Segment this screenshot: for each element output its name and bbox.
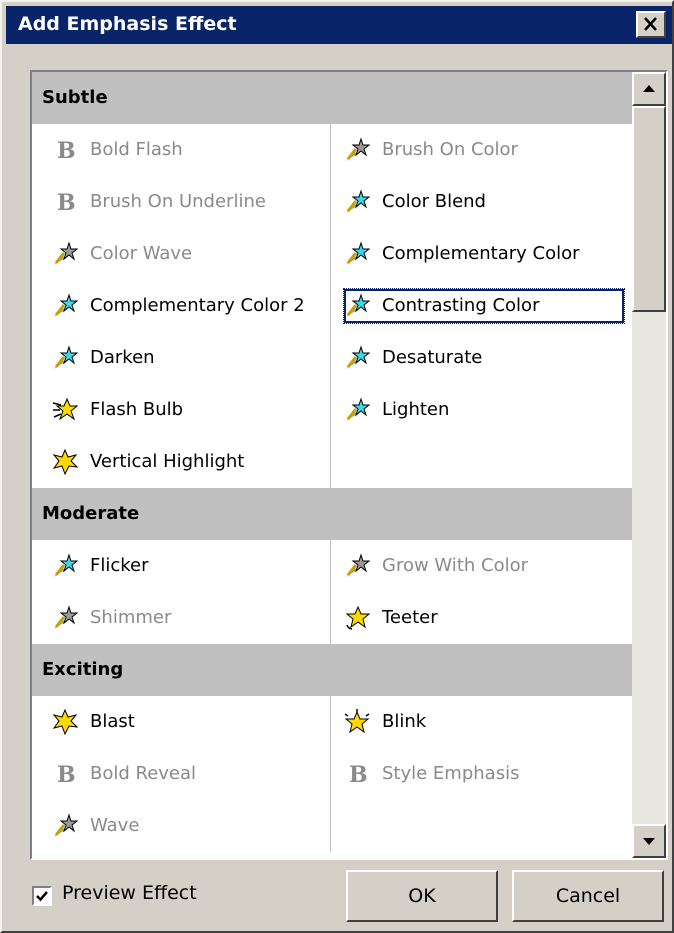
effect-item-label: Contrasting Color <box>382 295 540 316</box>
category-label: Moderate <box>42 503 140 524</box>
title-bar: Add Emphasis Effect <box>6 6 672 44</box>
effect-item-label: Flash Bulb <box>90 399 184 420</box>
preview-effect-checkbox[interactable] <box>32 886 52 906</box>
effect-item-teeter[interactable]: Teeter <box>344 601 624 635</box>
effect-item-label: Darken <box>90 347 155 368</box>
effect-item-style-emphasis[interactable]: B Style Emphasis <box>344 757 624 791</box>
window-title: Add Emphasis Effect <box>18 13 237 35</box>
effect-item-blast[interactable]: Blast <box>52 705 320 739</box>
star-effect-icon <box>344 553 371 579</box>
effect-item-grow-with-color[interactable]: Grow With Color <box>344 549 624 583</box>
effect-item-label: Grow With Color <box>382 555 528 576</box>
effect-item-flash-bulb[interactable]: Flash Bulb <box>52 393 320 427</box>
flash-bulb-icon <box>52 397 79 423</box>
effect-item-color-wave[interactable]: Color Wave <box>52 237 320 271</box>
star-effect-icon <box>52 553 79 579</box>
scroll-down-button[interactable] <box>632 824 666 858</box>
effect-item-vertical-highlight[interactable]: Vertical Highlight <box>52 445 320 479</box>
bold-icon: B <box>52 761 78 788</box>
bold-icon: B <box>52 137 78 164</box>
category-header-moderate: Moderate <box>32 488 632 540</box>
effect-item-label: Color Blend <box>382 191 486 212</box>
effect-item-bold-reveal[interactable]: B Bold Reveal <box>52 757 320 791</box>
effect-item-label: Bold Reveal <box>90 763 197 784</box>
cancel-button[interactable]: Cancel <box>512 870 664 922</box>
star-effect-icon <box>344 345 371 371</box>
column-divider <box>330 540 331 644</box>
star-effect-icon <box>344 189 371 215</box>
effect-item-blink[interactable]: Blink <box>344 705 624 739</box>
star-effect-icon <box>344 137 371 163</box>
scroll-thumb[interactable] <box>632 106 666 312</box>
effect-item-bold-flash[interactable]: B Bold Flash <box>52 133 320 167</box>
effect-item-label: Brush On Color <box>382 139 518 160</box>
effect-item-label: Desaturate <box>382 347 483 368</box>
effect-item-label: Color Wave <box>90 243 193 264</box>
effect-item-label: Teeter <box>382 607 438 628</box>
star-effect-icon <box>344 397 371 423</box>
effect-item-complementary-color[interactable]: Complementary Color <box>344 237 624 271</box>
effect-item-label: Bold Flash <box>90 139 183 160</box>
column-divider <box>330 696 331 852</box>
effect-item-label: Blast <box>90 711 135 732</box>
effect-item-complementary-color-2[interactable]: Complementary Color 2 <box>52 289 320 323</box>
effect-item-label: Flicker <box>90 555 149 576</box>
effect-item-wave[interactable]: Wave <box>52 809 320 843</box>
star-effect-icon <box>344 241 371 267</box>
effects-list-content: Subtle B Bold Flash Brush On Color B Brush On… <box>32 72 632 858</box>
effect-item-label: Wave <box>90 815 140 836</box>
star-effect-icon <box>52 293 79 319</box>
category-label: Exciting <box>42 659 124 680</box>
star-effect-icon <box>52 605 79 631</box>
star-effect-icon <box>344 293 371 319</box>
effect-item-flicker[interactable]: Flicker <box>52 549 320 583</box>
category-label: Subtle <box>42 87 108 108</box>
effect-item-contrasting-color[interactable]: Contrasting Color <box>343 288 625 324</box>
effect-item-label: Lighten <box>382 399 450 420</box>
effect-item-color-blend[interactable]: Color Blend <box>344 185 624 219</box>
svg-text:B: B <box>57 138 76 163</box>
arrow-down-icon <box>643 838 655 845</box>
vertical-scrollbar[interactable] <box>632 72 666 858</box>
svg-text:B: B <box>57 762 76 787</box>
effect-item-desaturate[interactable]: Desaturate <box>344 341 624 375</box>
preview-effect-label[interactable]: Preview Effect <box>62 882 197 904</box>
category-header-exciting: Exciting <box>32 644 632 696</box>
bold-icon: B <box>52 189 78 216</box>
effect-item-brush-on-color[interactable]: Brush On Color <box>344 133 624 167</box>
effect-item-label: Brush On Underline <box>90 191 266 212</box>
effect-item-label: Shimmer <box>90 607 172 628</box>
bold-icon: B <box>344 761 370 788</box>
burst-star-icon <box>52 708 79 736</box>
effect-item-label: Blink <box>382 711 427 732</box>
teeter-star-icon <box>344 605 371 631</box>
star-effect-icon <box>52 813 79 839</box>
arrow-up-icon <box>643 85 655 92</box>
effect-item-label: Complementary Color 2 <box>90 295 305 316</box>
effect-item-label: Vertical Highlight <box>90 451 245 472</box>
checkmark-icon <box>36 891 48 902</box>
close-icon <box>644 17 657 31</box>
ok-button[interactable]: OK <box>346 870 498 922</box>
close-button[interactable] <box>636 11 666 38</box>
effect-item-label: Style Emphasis <box>382 763 520 784</box>
add-emphasis-effect-dialog: Add Emphasis Effect Subtle B Bold Flash Bru… <box>0 0 674 933</box>
star-effect-icon <box>52 241 79 267</box>
effect-item-lighten[interactable]: Lighten <box>344 393 624 427</box>
effect-item-label: Complementary Color <box>382 243 580 264</box>
effects-list[interactable]: Subtle B Bold Flash Brush On Color B Brush On… <box>30 70 668 860</box>
blink-star-icon <box>344 709 370 735</box>
column-divider <box>330 124 331 488</box>
scroll-up-button[interactable] <box>632 72 666 106</box>
burst-star-icon <box>52 448 79 476</box>
category-header-subtle: Subtle <box>32 72 632 124</box>
effect-item-brush-on-underline[interactable]: B Brush On Underline <box>52 185 320 219</box>
svg-text:B: B <box>57 190 76 215</box>
effect-item-shimmer[interactable]: Shimmer <box>52 601 320 635</box>
effect-item-darken[interactable]: Darken <box>52 341 320 375</box>
svg-text:B: B <box>349 762 368 787</box>
star-effect-icon <box>52 345 79 371</box>
